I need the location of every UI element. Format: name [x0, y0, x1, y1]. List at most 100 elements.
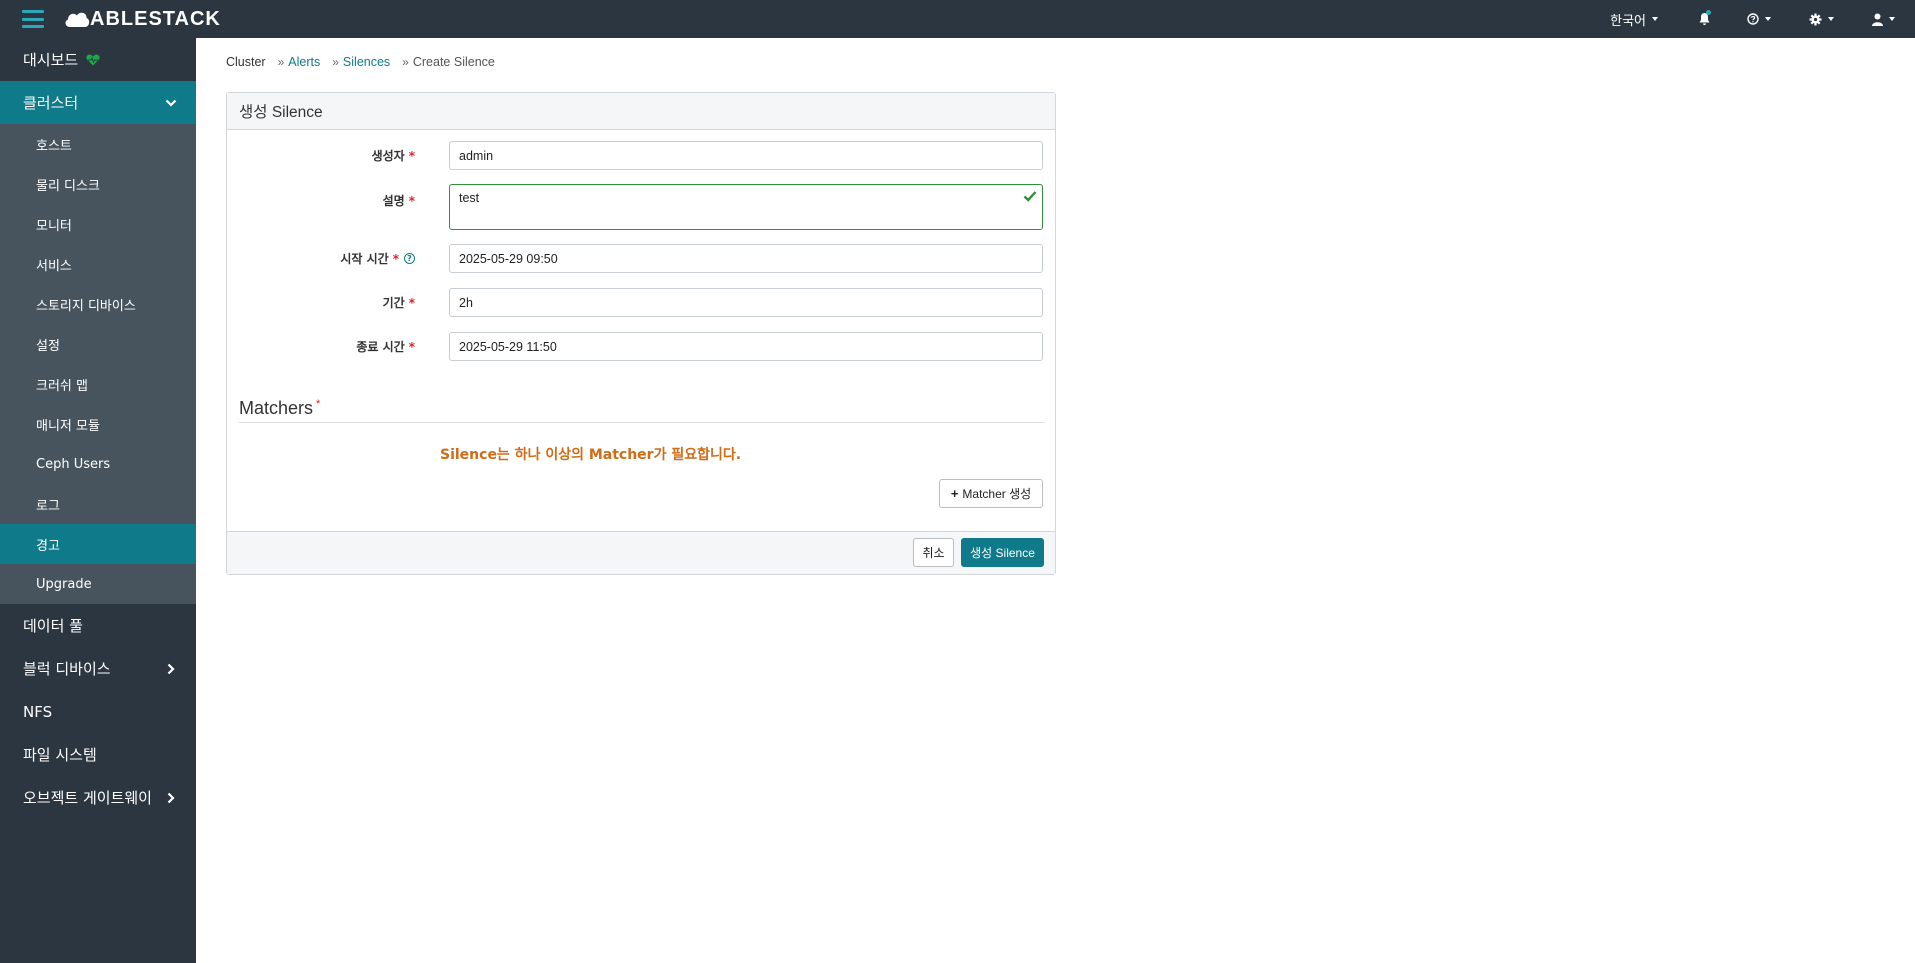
sidebar-item-object-gateway[interactable]: 오브젝트 게이트웨이 [0, 776, 196, 819]
sidebar-item-alerts[interactable]: 경고 [0, 524, 196, 564]
user-icon [1872, 13, 1883, 26]
creator-row: 생성자 * [227, 141, 1055, 170]
sidebar-item-label: 경고 [36, 538, 60, 554]
end-time-row: 종료 시간 * [227, 332, 1055, 361]
sidebar-item-label: NFS [23, 702, 53, 721]
caret-down-icon [1889, 17, 1895, 21]
heart-icon [86, 54, 100, 65]
settings-dropdown[interactable] [1809, 0, 1834, 38]
required-mark: * [316, 398, 321, 410]
duration-row: 기간 * [227, 288, 1055, 317]
sidebar-item-dashboard[interactable]: 대시보드 [0, 38, 196, 81]
cloud-icon [65, 12, 90, 27]
sidebar-item-pools[interactable]: 데이터 풀 [0, 604, 196, 647]
breadcrumb-silences-link[interactable]: Silences [343, 55, 390, 69]
sidebar-item-label: 물리 디스크 [36, 178, 100, 194]
sidebar-item-services[interactable]: 서비스 [0, 244, 196, 284]
required-mark: * [408, 148, 415, 163]
sidebar-item-nfs[interactable]: NFS [0, 690, 196, 733]
sidebar-item-monitors[interactable]: 모니터 [0, 204, 196, 244]
caret-down-icon [1765, 17, 1771, 21]
sidebar-item-label: 모니터 [36, 218, 72, 234]
sidebar-item-label: 매니저 모듈 [36, 418, 100, 434]
notifications-button[interactable] [1698, 0, 1711, 38]
required-mark: * [408, 295, 415, 310]
menu-toggle-icon[interactable] [22, 10, 44, 28]
plus-icon: + [950, 486, 959, 501]
form-footer: 취소 생성 Silence [227, 531, 1055, 574]
sidebar-item-manager-modules[interactable]: 매니저 모듈 [0, 404, 196, 444]
required-mark: * [392, 251, 399, 266]
sidebar-item-configuration[interactable]: 설정 [0, 324, 196, 364]
gear-icon [1809, 13, 1822, 25]
start-time-row: 시작 시간 *? [227, 244, 1055, 273]
chevron-right-icon [167, 663, 175, 674]
creator-input[interactable] [449, 141, 1043, 170]
language-label: 한국어 [1610, 13, 1646, 29]
sidebar-item-label: 호스트 [36, 138, 72, 154]
start-time-input[interactable] [449, 244, 1043, 273]
duration-label: 기간 * [383, 294, 415, 311]
sidebar-item-ceph-users[interactable]: Ceph Users [0, 444, 196, 484]
sidebar-item-label: 파일 시스템 [23, 746, 97, 764]
sidebar-item-block[interactable]: 블럭 디바이스 [0, 647, 196, 690]
comment-textarea[interactable]: test [449, 184, 1043, 230]
question-circle-icon [1747, 13, 1759, 25]
sidebar-item-physical-disks[interactable]: 물리 디스크 [0, 164, 196, 204]
sidebar-item-filesystem[interactable]: 파일 시스템 [0, 733, 196, 776]
top-navbar: ABLESTACK 한국어 [0, 0, 1915, 38]
caret-down-icon [1828, 17, 1834, 21]
comment-row: 설명 * test [227, 184, 1055, 230]
breadcrumb-separator-icon: » [277, 55, 285, 69]
sidebar-item-label: 오브젝트 게이트웨이 [23, 789, 152, 807]
brand-name: ABLESTACK [90, 7, 221, 30]
sidebar-item-label: 스토리지 디바이스 [36, 298, 136, 314]
duration-input[interactable] [449, 288, 1043, 317]
matchers-section-title: Matchers * [239, 398, 1045, 423]
required-mark: * [408, 193, 415, 208]
sidebar-item-label: 대시보드 [23, 51, 79, 69]
sidebar-item-label: 블럭 디바이스 [23, 660, 111, 678]
matchers-title-text: Matchers [239, 398, 314, 418]
check-icon [1023, 191, 1037, 202]
form-title: 생성 Silence [227, 93, 1055, 130]
sidebar-item-label: 로그 [36, 498, 60, 514]
start-time-label: 시작 시간 *? [340, 250, 415, 267]
creator-label-text: 생성자 [371, 149, 405, 163]
user-dropdown[interactable] [1872, 0, 1895, 38]
notification-dot [1706, 10, 1711, 15]
sidebar-item-upgrade[interactable]: Upgrade [0, 564, 196, 604]
sidebar-item-label: Ceph Users [36, 456, 111, 472]
end-time-input[interactable] [449, 332, 1043, 361]
help-dropdown[interactable] [1747, 0, 1771, 38]
cancel-button[interactable]: 취소 [913, 538, 954, 567]
create-silence-button[interactable]: 생성 Silence [961, 538, 1044, 567]
sidebar: 대시보드 클러스터 호스트 물리 디스크 모니터 서비스 스토리지 디바이스 설… [0, 38, 196, 963]
start-time-label-text: 시작 시간 [340, 252, 389, 266]
sidebar-item-logs[interactable]: 로그 [0, 484, 196, 524]
sidebar-item-label: Upgrade [36, 576, 92, 592]
add-matcher-button[interactable]: + Matcher 생성 [939, 479, 1043, 508]
help-icon[interactable]: ? [404, 253, 415, 264]
sidebar-item-label: 크러쉬 맵 [36, 378, 88, 394]
sidebar-item-crush-map[interactable]: 크러쉬 맵 [0, 364, 196, 404]
sidebar-item-osds[interactable]: 스토리지 디바이스 [0, 284, 196, 324]
sidebar-item-label: 클러스터 [23, 94, 79, 112]
chevron-down-icon [165, 99, 177, 107]
add-matcher-label: Matcher 생성 [962, 487, 1032, 501]
language-dropdown[interactable]: 한국어 [1610, 0, 1658, 38]
breadcrumb: Cluster » Alerts » Silences » Create Sil… [226, 55, 495, 69]
breadcrumb-alerts-link[interactable]: Alerts [288, 55, 320, 69]
caret-down-icon [1652, 17, 1658, 21]
sidebar-item-cluster[interactable]: 클러스터 [0, 81, 196, 124]
chevron-right-icon [167, 792, 175, 803]
sidebar-item-label: 서비스 [36, 258, 72, 274]
creator-label: 생성자 * [372, 147, 415, 164]
brand-logo[interactable]: ABLESTACK [64, 8, 221, 31]
breadcrumb-separator-icon: » [332, 55, 339, 69]
duration-label-text: 기간 [382, 296, 405, 310]
breadcrumb-cluster: Cluster [226, 55, 266, 69]
sidebar-item-label: 설정 [36, 338, 60, 354]
sidebar-item-hosts[interactable]: 호스트 [0, 124, 196, 164]
end-time-label-text: 종료 시간 [356, 340, 405, 354]
